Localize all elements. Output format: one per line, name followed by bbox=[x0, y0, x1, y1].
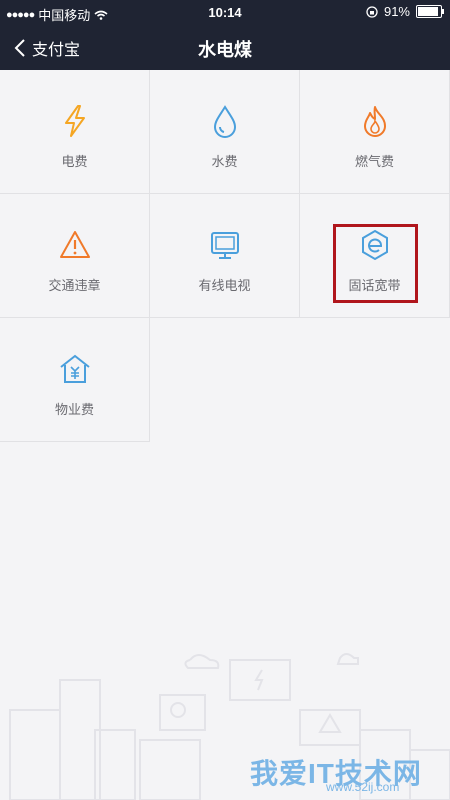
service-label: 交通违章 bbox=[48, 278, 101, 293]
watermark-url: www.52ij.com bbox=[326, 780, 400, 794]
highlight-box bbox=[333, 224, 418, 303]
service-label: 燃气费 bbox=[354, 154, 394, 169]
water-drop-icon bbox=[213, 105, 236, 138]
lightning-icon bbox=[64, 105, 85, 137]
service-water[interactable]: 水费 bbox=[150, 70, 300, 194]
status-right: 91% bbox=[366, 4, 444, 19]
warning-icon bbox=[59, 231, 90, 258]
service-label: 电费 bbox=[61, 154, 88, 169]
navigation-bar: 支付宝 水电煤 bbox=[0, 24, 450, 70]
service-traffic-violation[interactable]: 交通违章 bbox=[0, 194, 150, 318]
service-gas[interactable]: 燃气费 bbox=[300, 70, 450, 194]
rotation-lock-icon bbox=[366, 5, 378, 18]
battery-icon bbox=[416, 5, 444, 18]
service-property-fee[interactable]: 物业费 bbox=[0, 318, 150, 442]
page-title: 水电煤 bbox=[198, 40, 252, 60]
battery-percent: 91% bbox=[383, 4, 410, 19]
service-electricity[interactable]: 电费 bbox=[0, 70, 150, 194]
service-label: 物业费 bbox=[54, 402, 94, 417]
service-label: 有线电视 bbox=[198, 278, 251, 293]
status-bar: ●●●●● 中国移动 10:14 91% bbox=[0, 0, 450, 24]
service-label: 水费 bbox=[211, 154, 238, 169]
property-house-icon bbox=[59, 354, 90, 383]
service-cable-tv[interactable]: 有线电视 bbox=[150, 194, 300, 318]
flame-icon bbox=[363, 106, 386, 137]
tv-icon bbox=[210, 232, 239, 259]
